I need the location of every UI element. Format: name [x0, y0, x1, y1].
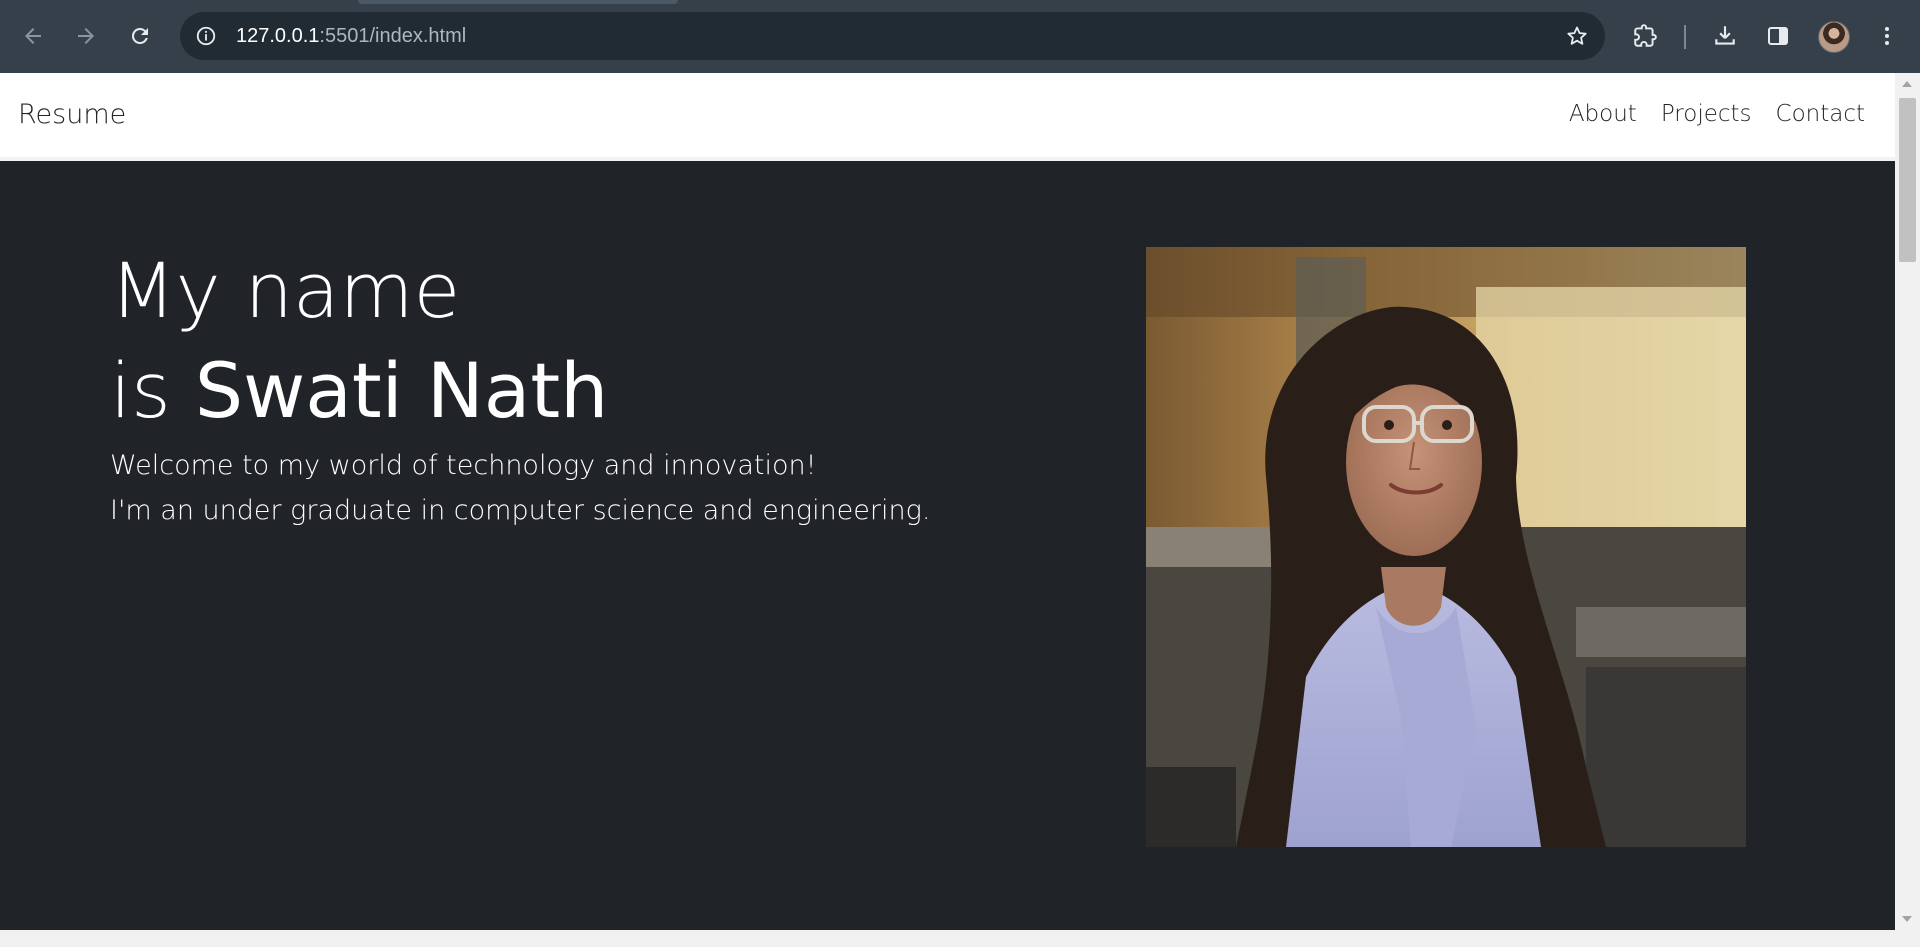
- bookmark-star-icon[interactable]: [1565, 24, 1589, 48]
- active-tab-indicator: [358, 0, 678, 4]
- extensions-icon[interactable]: [1629, 20, 1661, 52]
- forward-arrow-icon: [78, 28, 94, 44]
- site-info-icon[interactable]: [194, 24, 218, 48]
- back-button[interactable]: [15, 18, 51, 54]
- window-bottom-edge: [0, 930, 1920, 947]
- hero-intro: My name is Swati Nath Welcome to my worl…: [110, 241, 1010, 533]
- reload-button[interactable]: [122, 18, 158, 54]
- side-panel-icon[interactable]: [1762, 20, 1794, 52]
- hero-heading-line1: My name: [110, 246, 461, 335]
- url-host: 127.0.0.1: [236, 25, 320, 47]
- profile-avatar[interactable]: [1818, 21, 1850, 53]
- download-icon[interactable]: [1709, 20, 1741, 52]
- url-text: 127.0.0.1:5501/index.html: [236, 25, 466, 47]
- toolbar-divider: [1684, 25, 1686, 49]
- hero-heading-prefix: is: [110, 346, 195, 435]
- nav-link-about[interactable]: About: [1569, 101, 1637, 127]
- browser-toolbar: 127.0.0.1:5501/index.html: [0, 0, 1920, 73]
- hero-tagline-2: I'm an under graduate in computer scienc…: [110, 495, 931, 526]
- vertical-scrollbar[interactable]: [1895, 73, 1920, 930]
- scrollbar-thumb[interactable]: [1899, 98, 1916, 262]
- more-menu-icon[interactable]: [1871, 20, 1903, 52]
- url-path: :5501/index.html: [319, 25, 467, 47]
- profile-photo: [1146, 247, 1746, 847]
- address-bar[interactable]: 127.0.0.1:5501/index.html: [180, 12, 1605, 60]
- reload-icon: [131, 27, 148, 44]
- hero-tagline-1: Welcome to my world of technology and in…: [110, 450, 817, 481]
- nav-link-projects[interactable]: Projects: [1661, 101, 1752, 127]
- back-arrow-icon: [25, 28, 41, 44]
- forward-button[interactable]: [68, 18, 104, 54]
- hero-name: Swati Nath: [194, 346, 609, 435]
- scroll-down-arrow-icon[interactable]: [1902, 916, 1912, 922]
- brand-link[interactable]: Resume: [18, 99, 126, 130]
- site-navbar: Resume About Projects Contact: [0, 73, 1895, 161]
- hero-heading-line2: is Swati Nath: [110, 339, 1010, 443]
- scroll-up-arrow-icon[interactable]: [1902, 81, 1912, 87]
- web-page: Resume About Projects Contact My name is…: [0, 73, 1895, 930]
- nav-link-contact[interactable]: Contact: [1776, 101, 1865, 127]
- nav-links: About Projects Contact: [1569, 101, 1865, 127]
